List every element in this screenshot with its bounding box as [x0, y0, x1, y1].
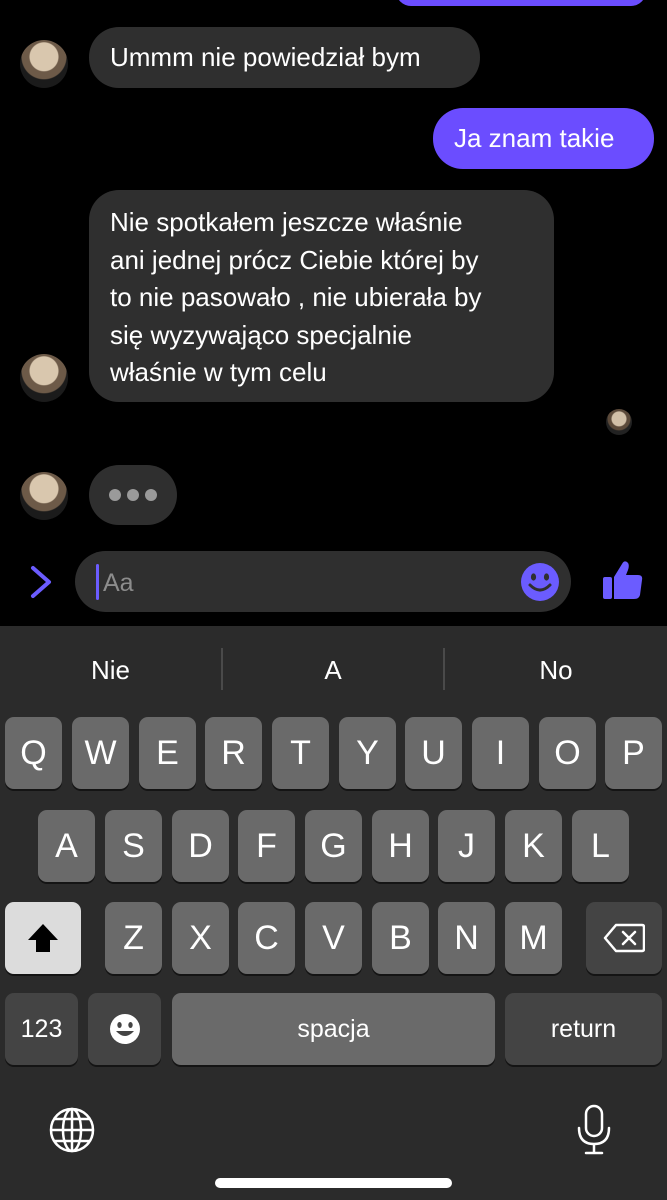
key-q[interactable]: Q	[5, 717, 62, 789]
globe-icon	[49, 1107, 95, 1153]
key-g[interactable]: G	[305, 810, 362, 882]
key-z[interactable]: Z	[105, 902, 162, 974]
emoji-button[interactable]	[520, 562, 560, 602]
like-button[interactable]	[600, 558, 646, 604]
chevron-right-icon	[31, 566, 51, 598]
key-b[interactable]: B	[372, 902, 429, 974]
key-o[interactable]: O	[539, 717, 596, 789]
microphone-icon	[577, 1104, 611, 1155]
contact-avatar[interactable]	[20, 40, 68, 88]
suggestion-item[interactable]: A	[223, 626, 443, 714]
key-h[interactable]: H	[372, 810, 429, 882]
emoji-keyboard-icon	[109, 1014, 140, 1044]
backspace-key[interactable]	[586, 902, 662, 974]
key-y[interactable]: Y	[339, 717, 396, 789]
backspace-icon	[603, 923, 645, 953]
globe-button[interactable]	[48, 1106, 96, 1154]
emoji-keyboard-key[interactable]	[88, 993, 161, 1065]
typing-dot	[109, 489, 121, 501]
home-indicator[interactable]	[215, 1178, 452, 1188]
key-w[interactable]: W	[72, 717, 129, 789]
key-k[interactable]: K	[505, 810, 562, 882]
emoji-icon	[521, 563, 559, 601]
shift-key[interactable]	[5, 902, 81, 974]
message-line: właśnie w tym celu	[110, 357, 327, 387]
key-c[interactable]: C	[238, 902, 295, 974]
contact-avatar[interactable]	[20, 472, 68, 520]
message-line: Nie spotkałem jeszcze właśnie	[110, 207, 463, 237]
key-p[interactable]: P	[605, 717, 662, 789]
message-bubble-outgoing[interactable]: Ja znam takie	[433, 108, 654, 169]
typing-dot	[127, 489, 139, 501]
numbers-key[interactable]: 123	[5, 993, 78, 1065]
message-line: to nie pasowało , nie ubierała by	[110, 282, 482, 312]
key-m[interactable]: M	[505, 902, 562, 974]
message-input[interactable]	[101, 561, 505, 605]
key-d[interactable]: D	[172, 810, 229, 882]
key-n[interactable]: N	[438, 902, 495, 974]
typing-dot	[145, 489, 157, 501]
message-composer[interactable]	[75, 551, 571, 612]
key-u[interactable]: U	[405, 717, 462, 789]
key-r[interactable]: R	[205, 717, 262, 789]
message-line: się wyzywająco specjalnie	[110, 319, 413, 350]
key-a[interactable]: A	[38, 810, 95, 882]
key-t[interactable]: T	[272, 717, 329, 789]
message-bubble-incoming[interactable]: Ummm nie powiedział bym	[89, 27, 480, 88]
contact-avatar[interactable]	[20, 354, 68, 402]
message-bubble-incoming[interactable]: Nie spotkałem jeszcze właśnie ani jednej…	[89, 190, 554, 402]
key-l[interactable]: L	[572, 810, 629, 882]
key-f[interactable]: F	[238, 810, 295, 882]
text-caret	[96, 564, 99, 600]
expand-actions-button[interactable]	[24, 562, 58, 602]
key-s[interactable]: S	[105, 810, 162, 882]
keyboard: Nie A No Q W E R T Y U I O P A S D F G H…	[0, 626, 667, 1200]
read-receipt-avatar	[606, 409, 632, 435]
key-e[interactable]: E	[139, 717, 196, 789]
suggestion-bar: Nie A No	[0, 626, 667, 714]
shift-icon	[28, 924, 58, 952]
suggestion-item[interactable]: Nie	[0, 626, 221, 714]
key-v[interactable]: V	[305, 902, 362, 974]
space-key[interactable]: spacja	[172, 993, 495, 1065]
key-x[interactable]: X	[172, 902, 229, 974]
message-line: ani jednej prócz Ciebie której by	[110, 244, 479, 275]
previous-message-bubble[interactable]	[396, 0, 646, 6]
key-j[interactable]: J	[438, 810, 495, 882]
message-text: Ummm nie powiedział bym	[110, 41, 421, 72]
typing-indicator	[89, 465, 177, 525]
suggestion-item[interactable]: No	[445, 626, 667, 714]
return-key[interactable]: return	[505, 993, 662, 1065]
key-i[interactable]: I	[472, 717, 529, 789]
thumbs-up-icon	[603, 561, 643, 599]
message-text: Ja znam takie	[454, 122, 615, 153]
chat-thread: Ummm nie powiedział bym Ja znam takie Ni…	[0, 0, 667, 626]
dictation-button[interactable]	[574, 1104, 614, 1156]
